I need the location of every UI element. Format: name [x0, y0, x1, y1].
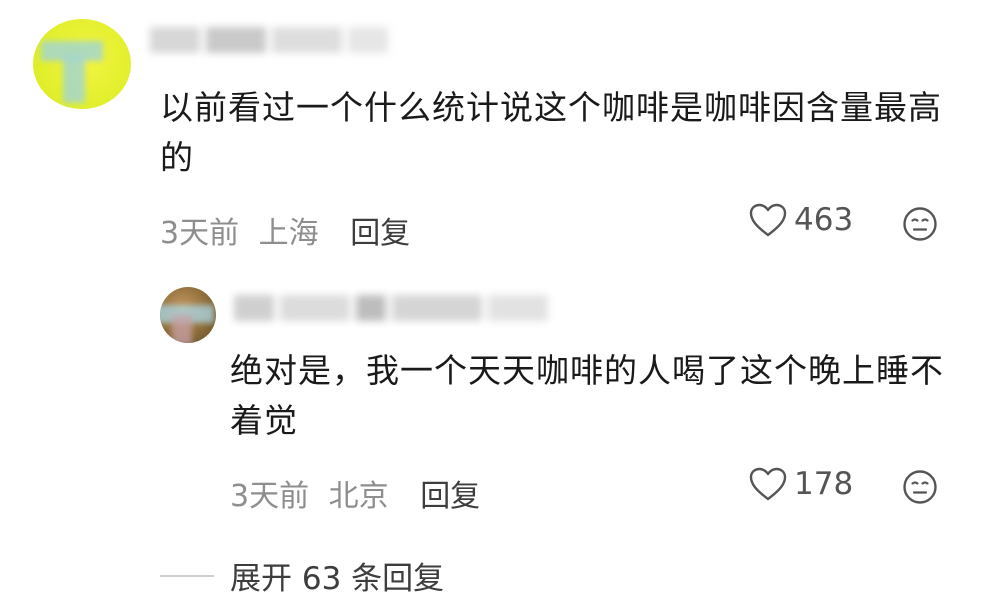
- username-redacted[interactable]: [234, 292, 554, 322]
- expand-replies-label: 展开 63 条回复: [230, 561, 445, 597]
- avatar[interactable]: [33, 19, 131, 109]
- heart-outline-icon: [749, 203, 787, 237]
- comment-text: 绝对是，我一个天天咖啡的人喝了这个晚上睡不着觉: [230, 351, 944, 440]
- like-button[interactable]: 463: [748, 202, 853, 238]
- comment-time: 3天前: [160, 216, 240, 251]
- expand-replies-button[interactable]: 展开 63 条回复: [160, 553, 444, 598]
- username-redacted[interactable]: [150, 24, 394, 54]
- comment-meta: 3天前 上海 回复: [160, 208, 410, 252]
- comment-location: 上海: [258, 216, 319, 251]
- like-button[interactable]: 178: [748, 466, 853, 502]
- heart-outline-icon: [749, 467, 787, 501]
- reply-button[interactable]: 回复: [350, 216, 410, 251]
- comment-thread: 以前看过一个什么统计说这个咖啡是咖啡因含量最高的 3天前 上海 回复 463 绝…: [0, 0, 1000, 607]
- neutral-face-icon[interactable]: [902, 206, 938, 242]
- comment-time: 3天前: [230, 479, 310, 514]
- comment-meta: 3天前 北京 回复: [230, 471, 480, 515]
- neutral-face-icon[interactable]: [902, 469, 938, 505]
- expand-divider-line: [160, 574, 214, 577]
- comment-text: 以前看过一个什么统计说这个咖啡是咖啡因含量最高的: [160, 88, 942, 177]
- reply-button[interactable]: 回复: [420, 479, 480, 514]
- like-count: 463: [794, 202, 854, 238]
- like-count: 178: [794, 466, 854, 502]
- comment-location: 北京: [328, 479, 389, 514]
- avatar[interactable]: [160, 287, 216, 343]
